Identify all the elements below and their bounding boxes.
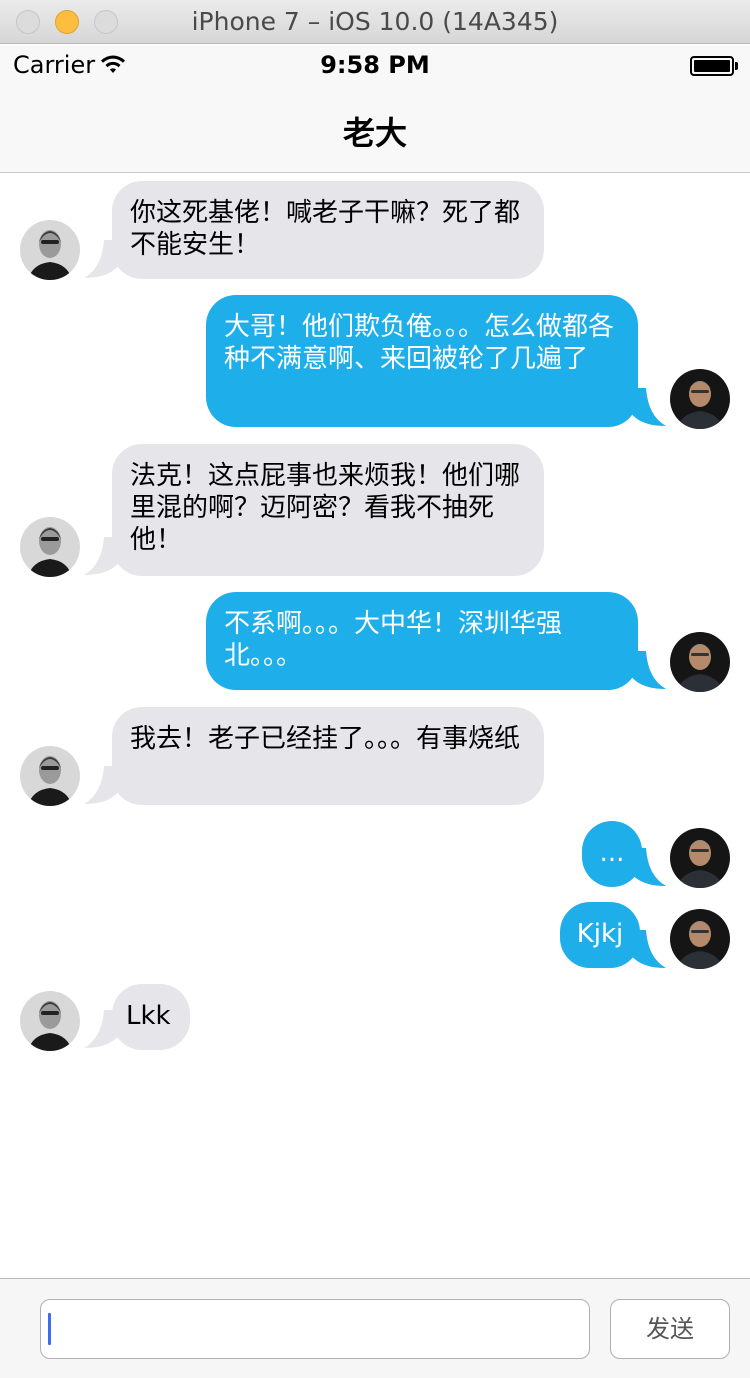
battery-tip (735, 62, 738, 70)
message-bubble[interactable]: 你这死基佬！喊老子干嘛？死了都不能安生！ (112, 181, 544, 279)
avatar-outgoing[interactable] (670, 909, 730, 969)
message-bubble[interactable]: 大哥！他们欺负俺。。。怎么做都各种不满意啊、来回被轮了几遍了 (206, 295, 638, 427)
status-time: 9:58 PM (320, 51, 430, 79)
message-bubble[interactable]: ... (582, 821, 642, 887)
status-bar: Carrier 9:58 PM (0, 45, 750, 85)
message-input-bar: 发送 (0, 1278, 750, 1378)
message-bubble[interactable]: 不系啊。。。大中华！深圳华强北。。。 (206, 592, 638, 690)
chat-list[interactable]: 你这死基佬！喊老子干嘛？死了都不能安生！ 大哥！他们欺负俺。。。怎么做都各种不满… (0, 174, 750, 1278)
window-title: iPhone 7 – iOS 10.0 (14A345) (191, 7, 559, 36)
navigation-bar: 老大 (0, 85, 750, 173)
message-bubble[interactable]: Lkk (112, 984, 190, 1050)
avatar-outgoing[interactable] (670, 828, 730, 888)
battery-icon (690, 56, 734, 76)
avatar-incoming[interactable] (20, 220, 80, 280)
text-caret (48, 1313, 51, 1345)
message-bubble[interactable]: 我去！老子已经挂了。。。有事烧纸 (112, 707, 544, 805)
send-button[interactable]: 发送 (610, 1299, 730, 1359)
message-bubble[interactable]: Kjkj (560, 902, 640, 968)
message-bubble[interactable]: 法克！这点屁事也来烦我！他们哪里混的啊？迈阿密？看我不抽死他！ (112, 444, 544, 576)
avatar-incoming[interactable] (20, 991, 80, 1051)
avatar-outgoing[interactable] (670, 369, 730, 429)
avatar-incoming[interactable] (20, 517, 80, 577)
message-input[interactable] (40, 1299, 590, 1359)
avatar-outgoing[interactable] (670, 632, 730, 692)
page-title: 老大 (342, 114, 407, 152)
window-titlebar: iPhone 7 – iOS 10.0 (14A345) (0, 0, 750, 44)
avatar-incoming[interactable] (20, 746, 80, 806)
